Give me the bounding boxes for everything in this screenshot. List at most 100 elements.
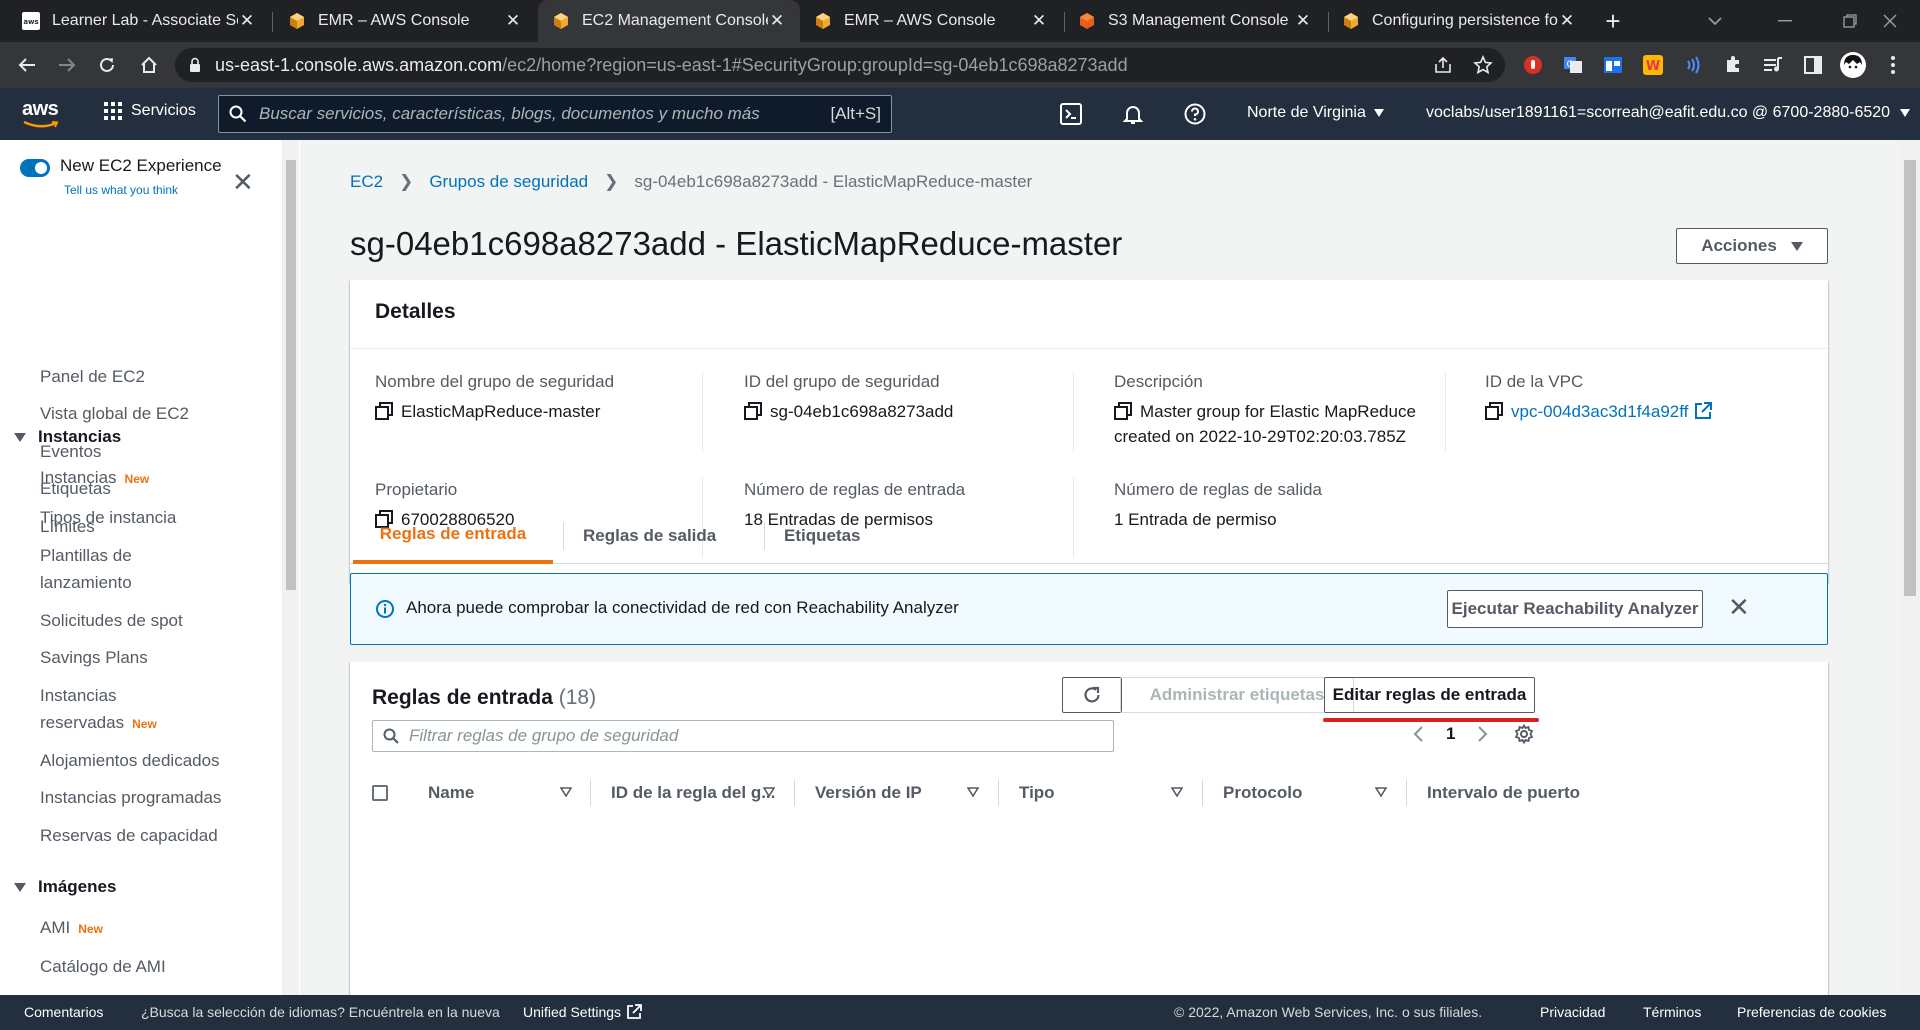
browser-tab[interactable]: S3 Management Console ✕ — [1064, 0, 1326, 42]
aws-logo[interactable]: aws — [22, 98, 59, 128]
window-close-icon[interactable] — [1860, 0, 1920, 42]
new-tab-icon[interactable]: + — [1598, 6, 1628, 36]
breadcrumb-ec2[interactable]: EC2 — [350, 172, 383, 192]
terms-link[interactable]: Términos — [1643, 1004, 1701, 1020]
copy-icon[interactable] — [1485, 402, 1503, 420]
profile-avatar[interactable] — [1838, 50, 1868, 80]
run-reachability-analyzer-button[interactable]: Ejecutar Reachability Analyzer — [1447, 590, 1703, 628]
breadcrumb-security-groups[interactable]: Grupos de seguridad — [429, 172, 588, 192]
home-icon[interactable] — [134, 50, 164, 80]
close-tab-icon[interactable]: ✕ — [1030, 11, 1048, 31]
unified-settings-link[interactable]: Unified Settings — [523, 1004, 642, 1020]
minimize-icon[interactable] — [1750, 0, 1820, 42]
current-page[interactable]: 1 — [1446, 724, 1455, 744]
browser-tab[interactable]: Configuring persistence for ✕ — [1328, 0, 1590, 42]
nav-item-spot-requests[interactable]: Solicitudes de spot — [40, 607, 183, 634]
tab-title: EMR – AWS Console — [318, 12, 470, 29]
browser-tab-active[interactable]: EC2 Management Console ✕ — [538, 0, 800, 42]
nav-item-dashboard[interactable]: Panel de EC2 — [40, 363, 145, 390]
back-icon[interactable] — [12, 50, 42, 80]
nav-item-reserved-instances[interactable]: Instancias reservadas New — [40, 682, 157, 738]
vpc-link[interactable]: vpc-004d3ac3d1f4a92ff — [1485, 399, 1713, 424]
close-tab-icon[interactable]: ✕ — [1294, 11, 1312, 31]
column-header-protocol[interactable]: Protocolo — [1223, 768, 1387, 818]
refresh-button[interactable] — [1062, 677, 1122, 713]
manage-tags-button[interactable]: Administrar etiquetas — [1120, 677, 1354, 713]
address-bar[interactable]: us-east-1.console.aws.amazon.com/ec2/hom… — [175, 48, 1505, 82]
tab-title: Configuring persistence for — [1372, 12, 1558, 29]
tab-outbound-rules[interactable]: Reglas de salida — [583, 508, 716, 564]
column-header-type[interactable]: Tipo — [1019, 768, 1183, 818]
close-tab-icon[interactable]: ✕ — [1558, 11, 1576, 31]
browser-tab[interactable]: EMR – AWS Console ✕ — [274, 0, 536, 42]
filter-rules-input[interactable]: Filtrar reglas de grupo de seguridad — [372, 720, 1114, 752]
nav-item-instance-types[interactable]: Tipos de instancia — [40, 504, 176, 531]
nav-item-launch-templates[interactable]: Plantillas de lanzamiento — [40, 542, 132, 596]
column-header-name[interactable]: Name — [428, 768, 572, 818]
close-tab-icon[interactable]: ✕ — [768, 11, 786, 31]
tab-inbound-rules[interactable]: Reglas de entrada — [353, 508, 553, 564]
sg-name-field: Nombre del grupo de seguridad ElasticMap… — [375, 372, 615, 421]
rules-table-header: Name ID de la regla del g... Versión de … — [350, 768, 1828, 818]
nav-item-global-view[interactable]: Vista global de EC2 — [40, 400, 189, 427]
copy-icon[interactable] — [375, 402, 393, 420]
nav-section-images[interactable]: Imágenes — [14, 877, 116, 897]
sort-icon — [967, 787, 979, 797]
audio-extension-icon[interactable] — [1678, 50, 1708, 80]
nav-item-dedicated-hosts[interactable]: Alojamientos dedicados — [40, 747, 220, 774]
window-extension-icon[interactable] — [1598, 50, 1628, 80]
browser-tab[interactable]: EMR – AWS Console ✕ — [800, 0, 1062, 42]
close-tab-icon[interactable]: ✕ — [504, 11, 522, 31]
close-nav-icon[interactable]: ✕ — [232, 167, 254, 198]
feedback-link[interactable]: Comentarios — [24, 1004, 103, 1020]
close-tab-icon[interactable]: ✕ — [238, 11, 256, 31]
actions-button[interactable]: Acciones — [1676, 228, 1828, 264]
chevron-right-icon[interactable] — [1477, 725, 1489, 743]
media-queue-icon[interactable] — [1758, 50, 1788, 80]
privacy-link[interactable]: Privacidad — [1540, 1004, 1605, 1020]
help-icon[interactable] — [1182, 101, 1208, 127]
nav-item-instances[interactable]: Instancias New — [40, 464, 149, 493]
column-header-ip-version[interactable]: Versión de IP — [815, 768, 979, 818]
translate-extension-icon[interactable]: G — [1558, 50, 1588, 80]
main-scrollbar[interactable] — [1900, 140, 1920, 995]
chevron-left-icon[interactable] — [1412, 725, 1424, 743]
extension-stop-icon[interactable] — [1518, 50, 1548, 80]
details-heading: Detalles — [350, 280, 1828, 349]
browser-menu-icon[interactable] — [1878, 50, 1908, 80]
nav-item-scheduled-instances[interactable]: Instancias programadas — [40, 784, 221, 811]
cloudshell-icon[interactable] — [1058, 101, 1084, 127]
tab-tags[interactable]: Etiquetas — [784, 508, 861, 564]
reload-icon[interactable] — [92, 50, 122, 80]
tab-search-icon[interactable] — [1680, 0, 1750, 42]
nav-item-ami[interactable]: AMI New — [40, 914, 103, 943]
side-panel-icon[interactable] — [1798, 50, 1828, 80]
browser-tab[interactable]: aws Learner Lab - Associate Ser ✕ — [8, 0, 270, 42]
feedback-link[interactable]: Tell us what you think — [64, 183, 178, 197]
column-header-rule-id[interactable]: ID de la regla del g... — [611, 768, 775, 818]
copy-icon[interactable] — [744, 402, 762, 420]
select-all-checkbox[interactable] — [372, 785, 388, 801]
nav-section-instances[interactable]: Instancias — [14, 427, 121, 447]
notifications-bell-icon[interactable] — [1120, 101, 1146, 127]
cookie-preferences-link[interactable]: Preferencias de cookies — [1737, 1004, 1886, 1020]
extensions-puzzle-icon[interactable] — [1718, 50, 1748, 80]
nav-item-savings-plans[interactable]: Savings Plans — [40, 644, 148, 671]
nav-item-ami-catalog[interactable]: Catálogo de AMI — [40, 953, 166, 980]
column-header-port-range[interactable]: Intervalo de puerto — [1427, 768, 1587, 818]
account-menu[interactable]: voclabs/user1891161=scorreah@eafit.edu.c… — [1426, 104, 1911, 122]
edit-inbound-rules-button[interactable]: Editar reglas de entrada — [1324, 677, 1535, 713]
share-icon[interactable] — [1428, 50, 1458, 80]
nav-scrollbar[interactable] — [283, 140, 299, 995]
gear-icon[interactable] — [1514, 724, 1534, 744]
services-menu[interactable]: Servicios — [104, 102, 196, 120]
forward-icon[interactable] — [52, 50, 82, 80]
nav-item-capacity-reservations[interactable]: Reservas de capacidad — [40, 822, 218, 849]
w-extension-icon[interactable]: W — [1638, 50, 1668, 80]
bookmark-star-icon[interactable] — [1468, 50, 1498, 80]
aws-search-input[interactable]: Buscar servicios, características, blogs… — [218, 95, 892, 133]
new-experience-toggle[interactable] — [20, 159, 50, 177]
dismiss-banner-icon[interactable]: ✕ — [1728, 592, 1750, 623]
copy-icon[interactable] — [1114, 402, 1132, 420]
region-selector[interactable]: Norte de Virginia — [1247, 104, 1384, 122]
